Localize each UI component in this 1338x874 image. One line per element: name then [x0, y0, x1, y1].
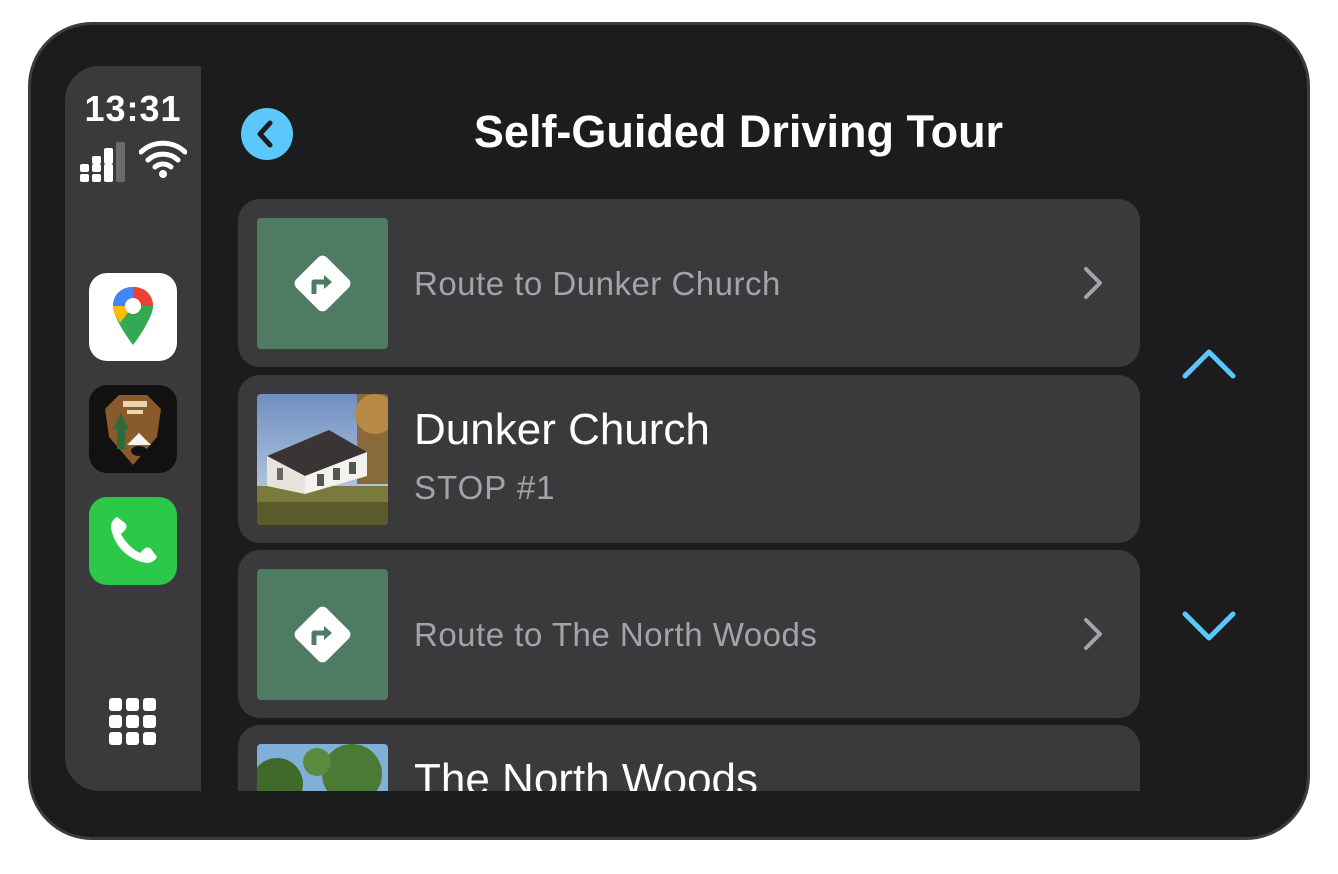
list-item-route-north-woods[interactable]: Route to The North Woods	[238, 550, 1140, 718]
scroll-down-icon[interactable]	[1179, 606, 1239, 646]
chevron-right-icon	[1084, 267, 1102, 299]
dunker-church-photo	[257, 394, 388, 525]
list-item-stop-north-woods[interactable]: The North Woods	[238, 725, 1140, 791]
route-label: Route to Dunker Church	[414, 265, 781, 302]
back-button[interactable]	[241, 108, 293, 160]
nps-arrowhead-icon[interactable]	[89, 385, 177, 473]
phone-icon[interactable]	[89, 497, 177, 585]
scroll-up-icon[interactable]	[1179, 344, 1239, 384]
north-woods-photo	[257, 744, 388, 791]
wifi-icon	[139, 140, 187, 178]
carplay-screen: 13:31 Self-Guided Driving Tour Route to …	[65, 66, 1273, 791]
turn-right-sign-icon	[294, 606, 351, 663]
turn-right-sign-icon	[294, 255, 351, 312]
route-label: Route to The North Woods	[414, 616, 818, 653]
chevron-left-icon	[257, 120, 273, 148]
google-maps-icon[interactable]	[89, 273, 177, 361]
stop-number: STOP #1	[414, 469, 556, 506]
list-item-stop-dunker-church[interactable]: Dunker Church STOP #1	[238, 375, 1140, 543]
app-grid-icon[interactable]	[109, 698, 157, 746]
status-time: 13:31	[84, 88, 182, 129]
stop-title: Dunker Church	[414, 405, 710, 454]
route-thumbnail	[257, 569, 388, 700]
chevron-right-icon	[1084, 618, 1102, 650]
route-thumbnail	[257, 218, 388, 349]
main-content: Self-Guided Driving Tour Route to Dunker…	[201, 66, 1273, 791]
list-item-route-dunker-church[interactable]: Route to Dunker Church	[238, 199, 1140, 367]
sidebar: 13:31	[65, 66, 201, 791]
cellular-signal-icon	[80, 142, 125, 182]
page-title: Self-Guided Driving Tour	[473, 106, 1004, 157]
stop-title: The North Woods	[414, 755, 759, 791]
